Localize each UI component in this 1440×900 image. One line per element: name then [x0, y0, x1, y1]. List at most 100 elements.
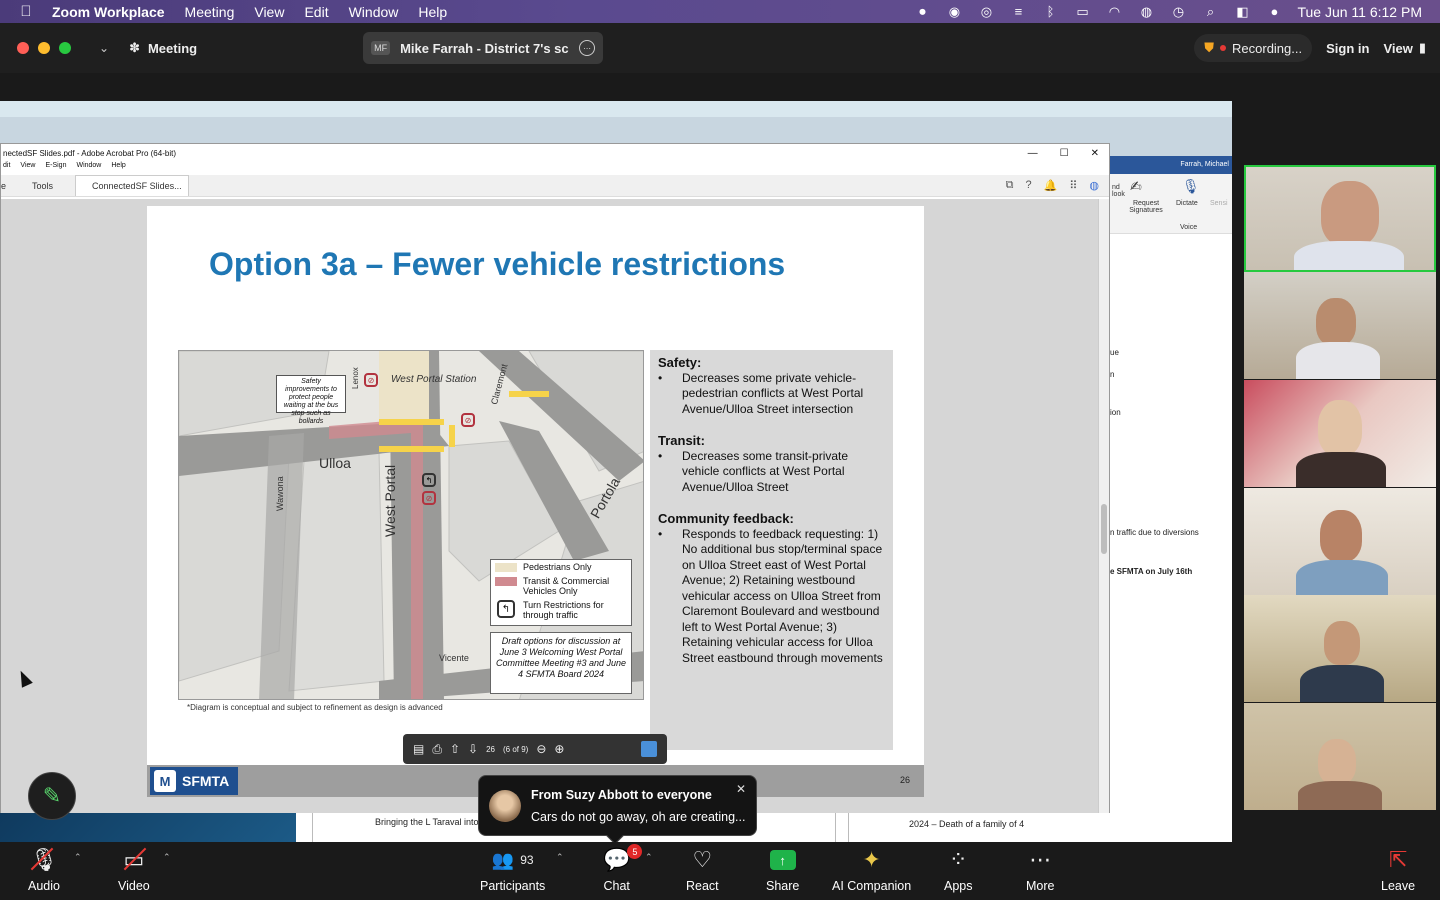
sparkle-icon: ✦: [862, 847, 881, 872]
time-machine-icon[interactable]: ◷: [1169, 4, 1187, 19]
video-tile[interactable]: [1244, 595, 1436, 702]
bluetooth-icon[interactable]: ᛒ: [1041, 4, 1059, 19]
menu-view[interactable]: View: [244, 4, 294, 20]
help-icon[interactable]: ?: [1026, 179, 1032, 192]
page-down-icon[interactable]: ⇩: [468, 742, 478, 756]
word-ribbon-find[interactable]: nd look: [1112, 184, 1126, 198]
chat-bubble-icon: 💬 5: [603, 844, 643, 874]
section-title: Community feedback:: [658, 511, 794, 526]
menu-window[interactable]: Window: [339, 4, 409, 20]
tab-document[interactable]: ConnectedSF Slides... ×: [75, 175, 190, 196]
zoom-status-icon[interactable]: ◉: [945, 4, 963, 19]
chat-notification[interactable]: From Suzy Abbott to everyone Cars do not…: [478, 775, 757, 845]
acrobat-menu-window[interactable]: Window: [76, 162, 101, 175]
scrollbar-thumb[interactable]: [1101, 504, 1107, 554]
battery-icon[interactable]: ▭: [1073, 4, 1091, 19]
word-text-snippet: e SFMTA on July 16th: [1110, 567, 1193, 576]
stack-icon[interactable]: ≡: [1009, 4, 1027, 19]
print-icon[interactable]: ⎙: [432, 742, 442, 757]
video-button[interactable]: ▭ Video: [118, 846, 150, 893]
zoom-out-icon[interactable]: ⊖: [536, 742, 546, 756]
word-user-name: Farrah, Michael: [1110, 156, 1232, 174]
sender-avatar: [489, 789, 521, 822]
tab-tools[interactable]: Tools: [6, 181, 75, 196]
section-title: Transit:: [658, 433, 705, 448]
word-ribbon-dictate[interactable]: Dictate: [1176, 200, 1198, 207]
page-up-icon[interactable]: ⇧: [450, 742, 460, 756]
menubar-clock[interactable]: Tue Jun 11 6:12 PM: [1297, 4, 1422, 20]
participants-button[interactable]: 👥 93 Participants: [480, 846, 545, 894]
close-window-button[interactable]: [17, 42, 29, 54]
react-button[interactable]: ♡ React: [686, 846, 719, 893]
video-tile[interactable]: [1244, 488, 1436, 595]
acrobat-menu-esign[interactable]: E-Sign: [45, 162, 66, 175]
apps-button[interactable]: ⁘ Apps: [944, 846, 973, 893]
meeting-menu[interactable]: ✽ Meeting: [129, 40, 197, 56]
pdf-floating-toolbar: ▤ ⎙ ⇧ ⇩ 26 (6 of 9) ⊖ ⊕: [403, 734, 667, 764]
section-bullet: Decreases some transit-private vehicle c…: [682, 448, 849, 494]
legend-label: Turn Restrictions for through traffic: [523, 600, 604, 620]
notifications-bell-icon[interactable]: 🔔: [1044, 179, 1058, 192]
fit-page-icon[interactable]: [641, 741, 657, 757]
apps-grid-icon[interactable]: ⠿: [1069, 179, 1077, 192]
page-number-input[interactable]: 26: [486, 745, 495, 754]
participants-options-caret-icon[interactable]: ⌃: [556, 852, 564, 863]
legend-label: Pedestrians Only: [523, 562, 592, 572]
user-icon[interactable]: ◍: [1137, 4, 1155, 19]
apple-icon[interactable]: : [0, 3, 52, 20]
chat-sender: From Suzy Abbott to everyone: [531, 787, 712, 802]
pdf-vertical-scrollbar[interactable]: [1098, 199, 1109, 813]
ai-companion-button[interactable]: ✦ AI Companion: [832, 846, 911, 893]
safety-section: Safety: • Decreases some private vehicle-…: [658, 355, 885, 417]
chat-options-caret-icon[interactable]: ⌃: [645, 852, 653, 863]
fullscreen-window-button[interactable]: [59, 42, 71, 54]
section-title: Safety:: [658, 355, 702, 370]
chevron-down-icon[interactable]: ⌄: [99, 41, 109, 55]
background-word-window: Farrah, Michael nd look ✍ Request Signat…: [1110, 156, 1232, 842]
sign-in-button[interactable]: Sign in: [1326, 41, 1369, 56]
video-tile[interactable]: [1244, 380, 1436, 487]
control-center-icon[interactable]: ◧: [1233, 4, 1251, 19]
share-button[interactable]: ↑ Share: [766, 846, 799, 893]
close-icon[interactable]: ✕: [736, 782, 746, 796]
acrobat-menu-edit[interactable]: dit: [3, 162, 10, 175]
more-options-icon[interactable]: ···: [579, 40, 596, 56]
acrobat-menu-view[interactable]: View: [20, 162, 35, 175]
menu-help[interactable]: Help: [408, 4, 457, 20]
menu-app-name[interactable]: Zoom Workplace: [52, 4, 175, 20]
wifi-icon[interactable]: ◠: [1105, 4, 1123, 19]
video-tile[interactable]: [1244, 703, 1436, 810]
leave-button[interactable]: ⇱ Leave: [1381, 846, 1415, 893]
stop-recording-icon[interactable]: ⏺: [913, 4, 931, 19]
audio-button[interactable]: 🎙 Audio: [28, 846, 60, 893]
participant-head: [1320, 510, 1362, 562]
audio-options-caret-icon[interactable]: ⌃: [74, 852, 82, 863]
video-options-caret-icon[interactable]: ⌃: [163, 852, 171, 863]
video-tile[interactable]: [1244, 272, 1436, 379]
video-tile-active-speaker[interactable]: [1244, 165, 1436, 272]
creative-cloud-icon[interactable]: ◎: [977, 4, 995, 19]
annotate-pencil-icon[interactable]: ✎: [28, 772, 76, 820]
save-icon[interactable]: ▤: [413, 742, 424, 756]
chat-button[interactable]: 💬 5 Chat: [603, 844, 643, 893]
word-ribbon-request[interactable]: Request Signatures: [1127, 200, 1165, 214]
draft-note: Draft options for discussion at June 3 W…: [490, 632, 632, 694]
globe-icon[interactable]: ◍: [1089, 179, 1099, 192]
more-button[interactable]: ⋯ More: [1026, 846, 1054, 893]
sfmta-m-icon: M: [154, 770, 176, 792]
shared-screen: Farrah, Michael nd look ✍ Request Signat…: [0, 73, 1240, 842]
minimize-window-button[interactable]: [38, 42, 50, 54]
spotlight-search-icon[interactable]: ⌕: [1201, 4, 1219, 19]
view-button[interactable]: View ▮: [1383, 40, 1426, 56]
siri-icon[interactable]: ●: [1265, 4, 1283, 19]
zoom-in-icon[interactable]: ⊕: [554, 742, 564, 756]
acrobat-menu-help[interactable]: Help: [111, 162, 125, 175]
menu-meeting[interactable]: Meeting: [175, 4, 245, 20]
acrobat-minimize-button[interactable]: —: [1028, 148, 1038, 159]
share-source-pill[interactable]: MF Mike Farrah - District 7's screen ···: [363, 32, 604, 64]
menu-edit[interactable]: Edit: [294, 4, 338, 20]
screen-share-icon[interactable]: ⧉: [1006, 179, 1014, 192]
acrobat-close-button[interactable]: ✕: [1091, 148, 1099, 159]
acrobat-maximize-button[interactable]: ☐: [1060, 148, 1069, 159]
recording-indicator[interactable]: ⛊ Recording...: [1194, 34, 1313, 62]
